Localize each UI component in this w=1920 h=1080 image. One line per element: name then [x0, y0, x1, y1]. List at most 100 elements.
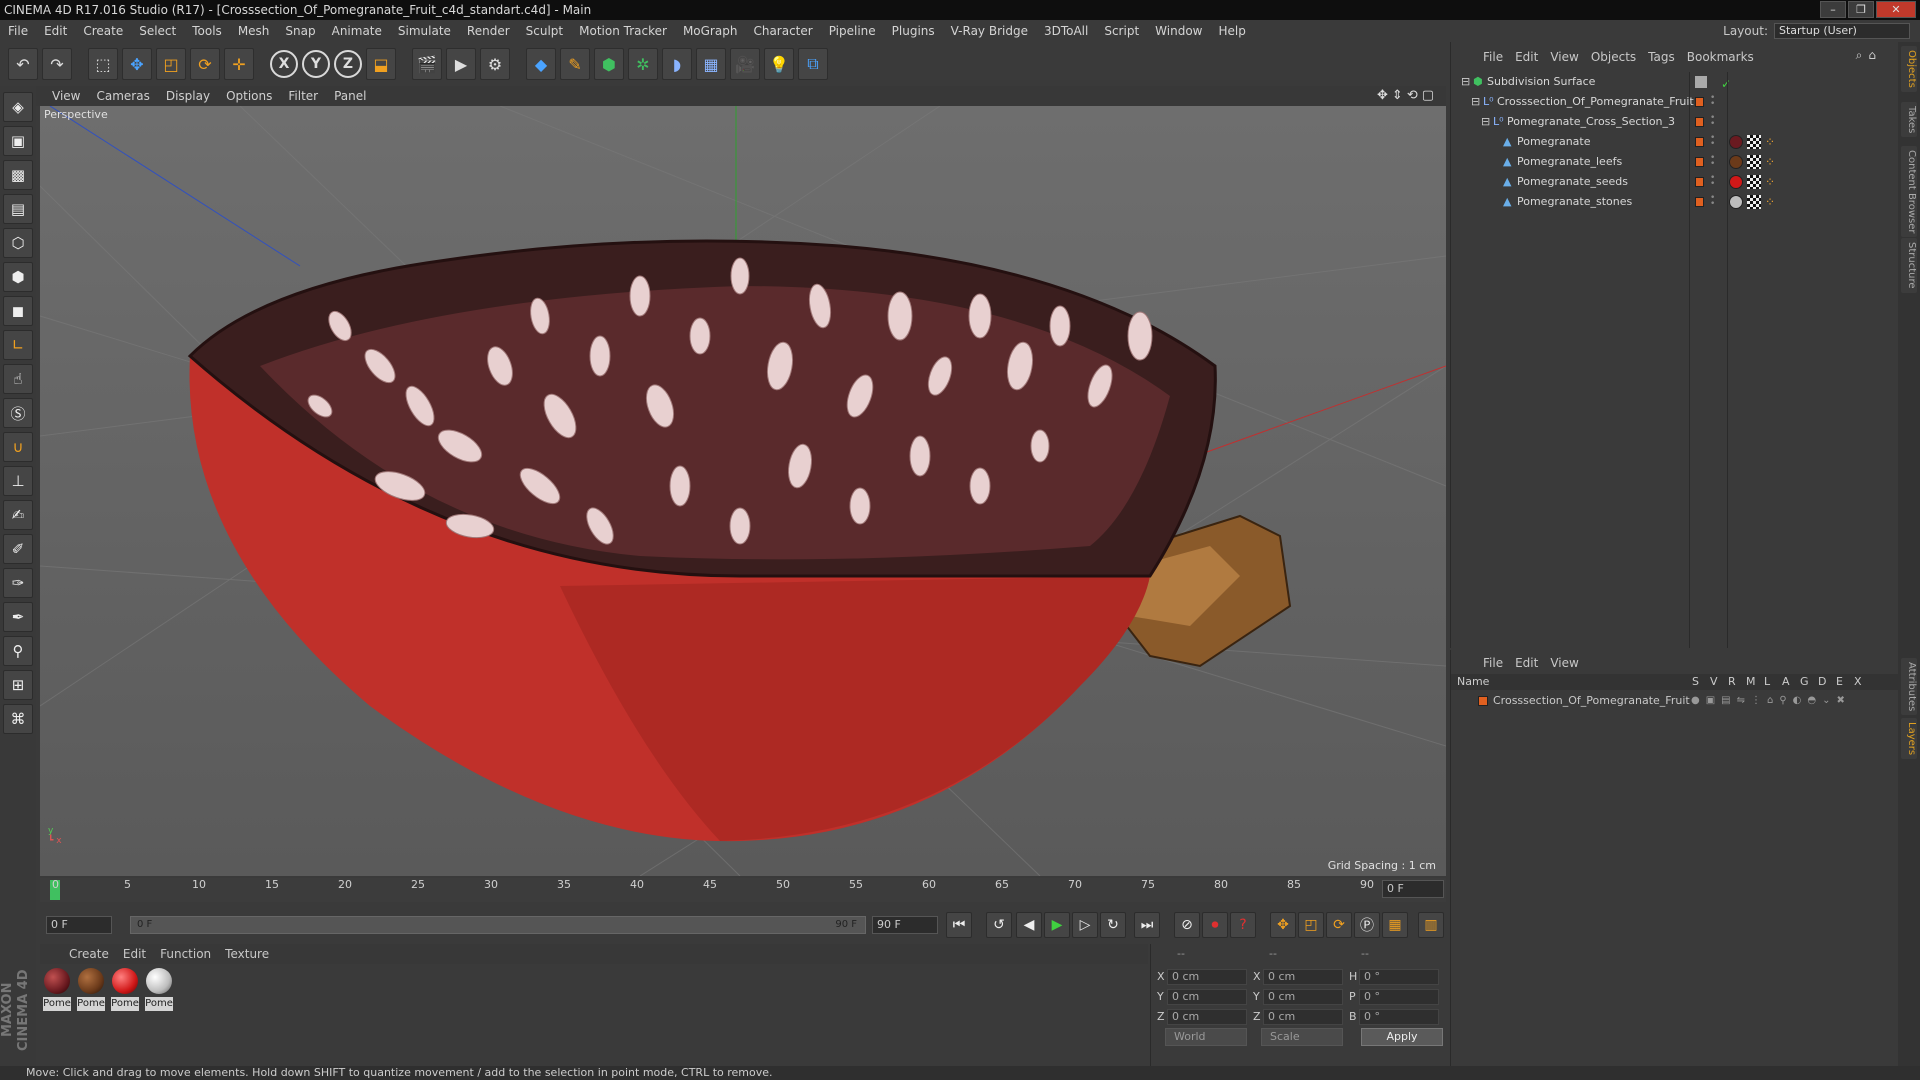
camera-icon[interactable]: 🎥	[730, 48, 760, 80]
menu-snap[interactable]: Snap	[277, 24, 323, 38]
layer-color-swatch[interactable]	[1695, 137, 1704, 147]
material-tag-icon[interactable]	[1729, 155, 1743, 169]
uvw-tag-icon[interactable]	[1747, 135, 1761, 149]
material-menu-edit[interactable]: Edit	[116, 947, 153, 961]
menu-mesh[interactable]: Mesh	[230, 24, 278, 38]
y-axis-lock-button[interactable]: Y	[302, 50, 330, 78]
go-to-start-icon[interactable]: ⏮	[946, 912, 972, 938]
layer-menu-file[interactable]: File	[1477, 656, 1509, 670]
material-menu-texture[interactable]: Texture	[218, 947, 276, 961]
position-y-field[interactable]: 0 cm	[1167, 989, 1247, 1005]
menu-vray-bridge[interactable]: V-Ray Bridge	[943, 24, 1036, 38]
key-scale-icon[interactable]: ◰	[1298, 912, 1324, 938]
tab-attributes[interactable]: Attributes	[1901, 658, 1917, 716]
layer-menu-edit[interactable]: Edit	[1509, 656, 1544, 670]
expand-icon[interactable]: ⊟	[1471, 96, 1481, 107]
object-row[interactable]: ▲ Pomegranate • • ⁘	[1451, 132, 1899, 152]
polygons-mode-icon[interactable]: ◼	[3, 296, 33, 326]
viewport-nav-icons[interactable]: ✥⇕⟲▢	[1377, 88, 1438, 103]
visibility-dots-icon[interactable]: • •	[1710, 174, 1715, 189]
rotation-b-field[interactable]: 0 °	[1359, 1009, 1439, 1025]
workplane-icon[interactable]: ▤	[3, 194, 33, 224]
material-item[interactable]: Pome	[42, 968, 72, 1011]
coordinate-system-icon[interactable]: ⬓	[366, 48, 396, 80]
rotation-h-field[interactable]: 0 °	[1359, 969, 1439, 985]
brush-icon[interactable]: ✍	[3, 500, 33, 530]
grid-icon[interactable]: ⊞	[3, 670, 33, 700]
frame-range-slider[interactable]: 0 F 90 F	[130, 916, 866, 934]
obj-menu-view[interactable]: View	[1544, 50, 1584, 64]
expand-icon[interactable]: ⊟	[1461, 76, 1471, 87]
points-mode-icon[interactable]: ⬡	[3, 228, 33, 258]
obj-menu-file[interactable]: File	[1477, 50, 1509, 64]
move-tool-icon[interactable]: ✥	[122, 48, 152, 80]
key-parameter-icon[interactable]: Ⓟ	[1354, 912, 1380, 938]
recent-tool-icon[interactable]: ✛	[224, 48, 254, 80]
undo-icon[interactable]: ↶	[8, 48, 38, 80]
menu-window[interactable]: Window	[1147, 24, 1210, 38]
record-keys-icon[interactable]: ⊘	[1174, 912, 1200, 938]
go-to-end-icon[interactable]: ⏭	[1134, 912, 1160, 938]
keyframe-selection-icon[interactable]: ?	[1230, 912, 1256, 938]
python-script-icon[interactable]: ⌘	[3, 704, 33, 734]
uvw-tag-icon[interactable]	[1747, 155, 1761, 169]
start-frame-field[interactable]: 0 F	[46, 916, 112, 934]
menu-file[interactable]: File	[0, 24, 36, 38]
sculpt-brush-icon[interactable]: ✒	[3, 602, 33, 632]
object-search-icon[interactable]: ⌕⌂	[1856, 48, 1882, 63]
apply-button[interactable]: Apply	[1361, 1028, 1443, 1046]
scale-tool-icon[interactable]: ◰	[156, 48, 186, 80]
previous-frame-icon[interactable]: ◀	[1016, 912, 1042, 938]
layer-color-swatch[interactable]	[1695, 177, 1704, 187]
uvw-tag-icon[interactable]	[1747, 195, 1761, 209]
material-item[interactable]: Pome	[144, 968, 174, 1011]
perspective-viewport[interactable]: Perspective Grid Spacing : 1 cm y ┗ x	[40, 106, 1446, 876]
visibility-dots-icon[interactable]: • •	[1710, 134, 1715, 149]
rotation-p-field[interactable]: 0 °	[1359, 989, 1439, 1005]
render-view-icon[interactable]: 🎬	[412, 48, 442, 80]
menu-mograph[interactable]: MoGraph	[675, 24, 746, 38]
layer-menu-view[interactable]: View	[1544, 656, 1584, 670]
close-icon[interactable]: ✕	[1876, 1, 1916, 18]
viewport-menu-view[interactable]: View	[44, 89, 88, 103]
size-x-field[interactable]: 0 cm	[1263, 969, 1343, 985]
light-icon[interactable]: 💡	[764, 48, 794, 80]
cube-primitive-icon[interactable]: ◆	[526, 48, 556, 80]
tab-layers[interactable]: Layers	[1901, 718, 1917, 760]
timeline-ruler[interactable]: 0 5 10 15 20 25 30 35 40 45 50 55 60 65 …	[40, 878, 1446, 902]
obj-menu-objects[interactable]: Objects	[1585, 50, 1642, 64]
redo-icon[interactable]: ↷	[42, 48, 72, 80]
relax-brush-icon[interactable]: ✑	[3, 568, 33, 598]
coordinate-space-dropdown[interactable]: World	[1165, 1028, 1247, 1046]
material-item[interactable]: Pome	[76, 968, 106, 1011]
floor-icon[interactable]: ▦	[696, 48, 726, 80]
phong-tag-icon[interactable]: ⁘	[1765, 135, 1779, 149]
edges-mode-icon[interactable]: ⬢	[3, 262, 33, 292]
obj-menu-edit[interactable]: Edit	[1509, 50, 1544, 64]
size-mode-dropdown[interactable]: Scale	[1261, 1028, 1343, 1046]
visibility-dots-icon[interactable]: • •	[1710, 114, 1715, 129]
size-z-field[interactable]: 0 cm	[1263, 1009, 1343, 1025]
tab-structure[interactable]: Structure	[1901, 238, 1917, 293]
object-row[interactable]: ⊟ L⁰ Pomegranate_Cross_Section_3 • •	[1451, 112, 1899, 132]
axis-mode-icon[interactable]: ∟	[3, 330, 33, 360]
deformer-icon[interactable]: ◗	[662, 48, 692, 80]
layer-color-swatch[interactable]	[1695, 117, 1704, 127]
model-mode-icon[interactable]: ▣	[3, 126, 33, 156]
phong-tag-icon[interactable]: ⁘	[1765, 195, 1779, 209]
texture-mode-icon[interactable]: ▩	[3, 160, 33, 190]
tweak-mode-icon[interactable]: ☝	[3, 364, 33, 394]
menu-edit[interactable]: Edit	[36, 24, 75, 38]
menu-animate[interactable]: Animate	[324, 24, 390, 38]
python-icon[interactable]: ⧉	[798, 48, 828, 80]
make-editable-icon[interactable]: ◈	[3, 92, 33, 122]
object-row[interactable]: ⊟ ⬢ Subdivision Surface ✓	[1451, 72, 1899, 92]
layer-icon[interactable]	[1695, 76, 1707, 88]
menu-create[interactable]: Create	[75, 24, 131, 38]
previous-key-icon[interactable]: ↺	[986, 912, 1012, 938]
visibility-dots-icon[interactable]: • •	[1710, 94, 1715, 109]
menu-script[interactable]: Script	[1096, 24, 1147, 38]
visibility-dots-icon[interactable]: • •	[1710, 194, 1715, 209]
minimize-icon[interactable]: –	[1820, 1, 1846, 18]
tab-content-browser[interactable]: Content Browser	[1901, 146, 1917, 238]
